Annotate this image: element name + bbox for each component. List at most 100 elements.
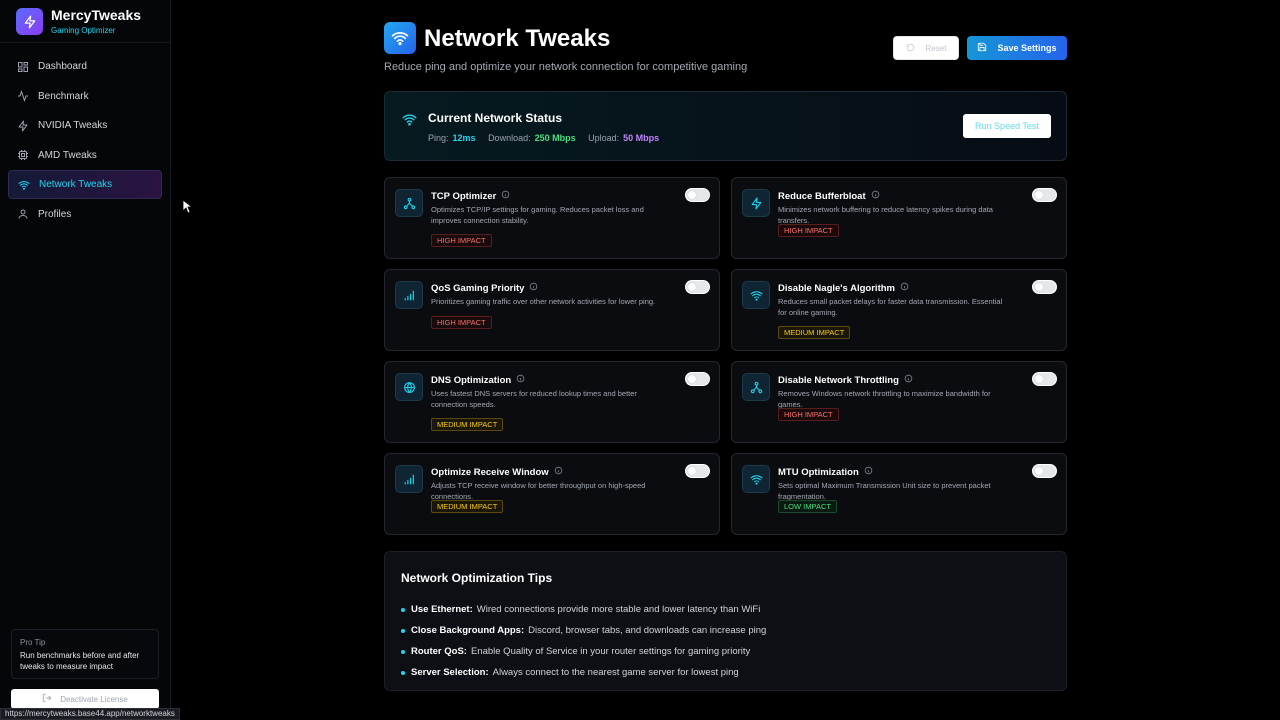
sidebar-item-network-tweaks[interactable]: Network Tweaks bbox=[8, 170, 162, 200]
tip-label: Server Selection: bbox=[411, 667, 489, 678]
pro-tip-title: Pro Tip bbox=[20, 638, 46, 647]
tweak-description: Uses fastest DNS servers for reduced loo… bbox=[431, 389, 637, 409]
bullet-icon bbox=[401, 628, 405, 633]
toggle-knob bbox=[1035, 375, 1043, 383]
tweak-title-text: QoS Gaming Priority bbox=[431, 282, 525, 294]
signal-icon bbox=[395, 281, 423, 309]
activity-icon bbox=[16, 89, 30, 103]
sidebar-item-dashboard[interactable]: Dashboard bbox=[8, 52, 162, 81]
tweak-title: DNS Optimization bbox=[431, 374, 525, 386]
tip-label: Use Ethernet: bbox=[411, 604, 473, 615]
deactivate-license-button[interactable]: Deactivate License bbox=[11, 689, 159, 709]
save-settings-button[interactable]: Save Settings bbox=[967, 36, 1067, 60]
upload-label: Upload: bbox=[588, 133, 620, 143]
info-icon[interactable] bbox=[529, 282, 538, 294]
deactivate-license-label: Deactivate License bbox=[60, 694, 128, 704]
url-status-bar: https://mercytweaks.base44.app/networktw… bbox=[0, 708, 180, 720]
tweak-card: Disable Network Throttling Removes Window… bbox=[731, 361, 1067, 443]
tweak-title: QoS Gaming Priority bbox=[431, 282, 538, 294]
tweak-toggle[interactable] bbox=[685, 280, 710, 294]
wifi-icon bbox=[402, 112, 417, 132]
tweak-description: Optimizes TCP/IP settings for gaming. Re… bbox=[431, 205, 644, 225]
tip-label: Close Background Apps: bbox=[411, 625, 525, 636]
info-icon[interactable] bbox=[864, 466, 873, 478]
tweak-toggle[interactable] bbox=[1032, 188, 1057, 202]
info-icon[interactable] bbox=[900, 282, 909, 294]
tweak-toggle[interactable] bbox=[1032, 280, 1057, 294]
wifi-icon bbox=[742, 281, 770, 309]
bolt-icon bbox=[16, 8, 43, 35]
tweak-title-text: TCP Optimizer bbox=[431, 190, 497, 202]
info-icon[interactable] bbox=[516, 374, 525, 386]
tweak-title-text: Optimize Receive Window bbox=[431, 466, 549, 478]
brand-subtitle: Gaming Optimizer bbox=[51, 26, 116, 35]
info-icon[interactable] bbox=[554, 466, 563, 478]
signal-icon bbox=[395, 465, 423, 493]
tweak-title: MTU Optimization bbox=[778, 466, 873, 478]
toggle-knob bbox=[1035, 467, 1043, 475]
tweak-title: Optimize Receive Window bbox=[431, 466, 563, 478]
tweak-description: Reduces small packet delays for faster d… bbox=[778, 297, 1003, 317]
tip-item: Server Selection: Always connect to the n… bbox=[401, 662, 766, 683]
network-status-title: Current Network Status bbox=[428, 111, 563, 125]
bullet-icon bbox=[401, 670, 405, 675]
bullet-icon bbox=[401, 649, 405, 654]
reset-label: Reset bbox=[925, 43, 947, 53]
impact-badge: MEDIUM IMPACT bbox=[431, 500, 504, 513]
sidebar-item-nvidia-tweaks[interactable]: NVIDIA Tweaks bbox=[8, 111, 162, 140]
sidebar-item-label: Network Tweaks bbox=[39, 179, 113, 191]
sidebar-item-label: Dashboard bbox=[38, 61, 87, 72]
sidebar-item-amd-tweaks[interactable]: AMD Tweaks bbox=[8, 141, 162, 170]
tweak-card: Reduce Bufferbloat Minimizes network buff… bbox=[731, 177, 1067, 259]
tweak-title-text: DNS Optimization bbox=[431, 374, 512, 386]
tip-label: Router QoS: bbox=[411, 646, 467, 657]
tweak-title: Disable Network Throttling bbox=[778, 374, 913, 386]
impact-badge: MEDIUM IMPACT bbox=[778, 326, 851, 339]
toggle-knob bbox=[1035, 191, 1043, 199]
impact-badge: HIGH IMPACT bbox=[431, 234, 492, 247]
tip-text: Discord, browser tabs, and downloads can… bbox=[528, 625, 767, 636]
impact-badge: HIGH IMPACT bbox=[778, 224, 839, 237]
tweak-title-text: MTU Optimization bbox=[778, 466, 859, 478]
info-icon[interactable] bbox=[904, 374, 913, 386]
pro-tip-body: Run benchmarks before and after tweaks t… bbox=[20, 651, 140, 671]
tweak-title-text: Reduce Bufferbloat bbox=[778, 190, 866, 202]
tip-text: Wired connections provide more stable an… bbox=[476, 604, 761, 615]
tweak-toggle[interactable] bbox=[685, 464, 710, 478]
download-label: Download: bbox=[488, 133, 531, 143]
run-speed-test-button[interactable]: Run Speed Test bbox=[963, 114, 1051, 138]
sidebar: MercyTweaks Gaming Optimizer Dashboard B… bbox=[0, 0, 171, 720]
impact-badge: HIGH IMPACT bbox=[778, 408, 839, 421]
tweak-toggle[interactable] bbox=[1032, 372, 1057, 386]
tweak-card: Optimize Receive Window Adjusts TCP recei… bbox=[384, 453, 720, 535]
bullet-icon bbox=[401, 607, 405, 612]
tweak-toggle[interactable] bbox=[685, 188, 710, 202]
network-metrics: Ping: 12ms Download: 250 Mbps Upload: 50 Mb… bbox=[428, 133, 669, 143]
network-icon bbox=[395, 189, 423, 217]
info-icon[interactable] bbox=[501, 190, 510, 202]
tweak-toggle[interactable] bbox=[685, 372, 710, 386]
chip-icon bbox=[16, 148, 30, 162]
mouse-cursor-icon bbox=[182, 199, 194, 219]
brand[interactable]: MercyTweaks Gaming Optimizer bbox=[16, 7, 141, 36]
toggle-knob bbox=[688, 191, 696, 199]
divider bbox=[0, 42, 171, 43]
sidebar-item-benchmark[interactable]: Benchmark bbox=[8, 82, 162, 111]
tweak-toggle[interactable] bbox=[1032, 464, 1057, 478]
tip-item: Close Background Apps: Discord, browser t… bbox=[401, 620, 766, 641]
tip-item: Router QoS: Enable Quality of Service in … bbox=[401, 641, 766, 662]
sidebar-item-label: AMD Tweaks bbox=[38, 149, 97, 161]
toggle-knob bbox=[688, 467, 696, 475]
tweak-title-text: Disable Network Throttling bbox=[778, 374, 899, 386]
tweak-card: TCP Optimizer Optimizes TCP/IP settings f… bbox=[384, 177, 720, 259]
tips-title: Network Optimization Tips bbox=[401, 571, 553, 585]
sidebar-item-profiles[interactable]: Profiles bbox=[8, 200, 162, 229]
tweak-description: Sets optimal Maximum Transmission Unit s… bbox=[778, 481, 991, 501]
info-icon[interactable] bbox=[871, 190, 880, 202]
network-icon bbox=[742, 373, 770, 401]
tweak-card: DNS Optimization Uses fastest DNS servers… bbox=[384, 361, 720, 443]
tip-text: Enable Quality of Service in your router… bbox=[470, 646, 751, 657]
tip-text: Always connect to the nearest game serve… bbox=[492, 667, 739, 678]
reset-button[interactable]: Reset bbox=[893, 36, 959, 60]
tweak-title-text: Disable Nagle's Algorithm bbox=[778, 282, 895, 294]
